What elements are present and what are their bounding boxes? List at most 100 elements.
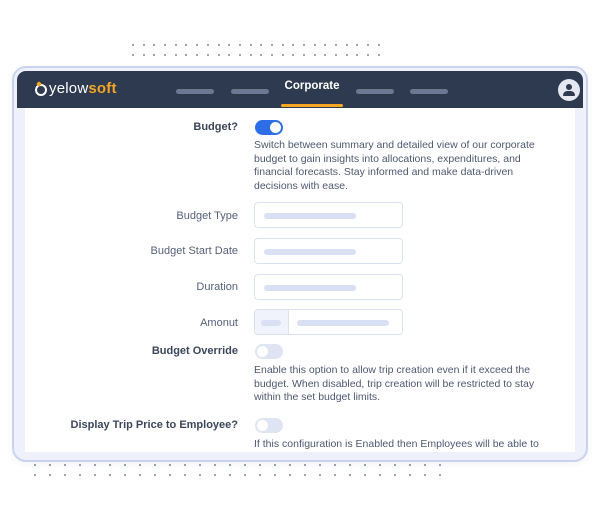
decorative-dot	[217, 54, 220, 56]
decorative-dot	[238, 54, 241, 56]
budget-start-date-label: Budget Start Date	[150, 245, 238, 257]
decorative-dot	[164, 44, 167, 46]
yelowsoft-logo[interactable]: yelowsoft	[34, 80, 117, 97]
decorative-dot	[349, 464, 351, 466]
decorative-dot	[196, 54, 199, 56]
decorative-dot	[345, 44, 348, 46]
nav-tab-placeholder-2[interactable]	[231, 89, 269, 94]
decorative-dot	[292, 44, 295, 46]
decorative-dots-top	[132, 44, 380, 56]
decorative-dot	[313, 54, 316, 56]
decorative-dot	[139, 474, 141, 476]
decorative-dot	[367, 44, 370, 46]
decorative-dot	[49, 464, 51, 466]
budget-override-description: Enable this option to allow trip creatio…	[254, 364, 535, 403]
budget-override-toggle[interactable]	[255, 344, 283, 359]
decorative-dot	[169, 464, 171, 466]
decorative-dot	[364, 474, 366, 476]
app-window: yelowsoft Corporate Budget? Switch betwe…	[12, 66, 588, 462]
decorative-dot	[274, 474, 276, 476]
decorative-dot	[335, 44, 338, 46]
decorative-dot	[34, 474, 36, 476]
decorative-dot	[335, 54, 338, 56]
decorative-dot	[196, 44, 199, 46]
decorative-dot	[214, 464, 216, 466]
decorative-dot	[228, 44, 231, 46]
decorative-dot	[345, 54, 348, 56]
decorative-dot	[356, 44, 359, 46]
logo-icon	[34, 82, 47, 96]
decorative-dot	[109, 464, 111, 466]
decorative-dot	[174, 44, 177, 46]
decorative-dot	[409, 464, 411, 466]
decorative-dot	[206, 44, 209, 46]
decorative-dot	[185, 44, 188, 46]
decorative-dot	[229, 474, 231, 476]
user-avatar-icon[interactable]	[558, 79, 580, 101]
decorative-dot	[334, 464, 336, 466]
decorative-dot	[324, 54, 327, 56]
decorative-dot	[424, 474, 426, 476]
input-placeholder-bar	[264, 285, 356, 291]
decorative-dot	[139, 464, 141, 466]
decorative-dot	[424, 464, 426, 466]
decorative-dot	[132, 44, 134, 46]
decorative-dot	[238, 44, 241, 46]
decorative-dot	[270, 54, 273, 56]
decorative-dot	[334, 474, 336, 476]
decorative-dot	[142, 54, 145, 56]
decorative-dot	[303, 44, 305, 46]
decorative-dot	[281, 44, 284, 46]
decorative-dot	[281, 54, 284, 56]
input-placeholder-bar	[261, 320, 281, 326]
duration-input[interactable]	[254, 274, 403, 300]
display-trip-price-toggle[interactable]	[255, 418, 283, 433]
decorative-dot	[313, 44, 316, 46]
nav-tab-placeholder-4[interactable]	[410, 89, 448, 94]
decorative-dot	[79, 464, 81, 466]
decorative-dot	[319, 464, 321, 466]
budget-description: Switch between summary and detailed view…	[254, 139, 535, 192]
decorative-dot	[79, 474, 81, 476]
decorative-dot	[394, 464, 396, 466]
decorative-dot	[394, 474, 396, 476]
tab-corporate[interactable]: Corporate	[281, 80, 343, 92]
budget-start-date-input[interactable]	[254, 238, 403, 264]
budget-type-input[interactable]	[254, 202, 403, 228]
decorative-dot	[153, 44, 156, 46]
decorative-dot	[249, 44, 252, 46]
decorative-dot	[304, 464, 306, 466]
decorative-dot	[249, 54, 252, 56]
currency-selector[interactable]	[255, 310, 289, 334]
decorative-dot	[64, 464, 66, 466]
nav-tab-placeholder-3[interactable]	[356, 89, 394, 94]
decorative-dot	[164, 54, 167, 56]
display-trip-price-label: Display Trip Price to Employee?	[70, 419, 239, 431]
amount-input[interactable]	[254, 309, 403, 335]
decorative-dot	[142, 44, 145, 46]
decorative-dots-bottom	[34, 464, 441, 476]
budget-type-label: Budget Type	[176, 210, 238, 222]
decorative-dot	[124, 464, 126, 466]
decorative-dot	[64, 474, 66, 476]
decorative-dot	[303, 54, 305, 56]
decorative-dot	[439, 474, 441, 476]
toggle-knob	[257, 346, 268, 357]
decorative-dot	[260, 44, 263, 46]
decorative-dot	[49, 474, 51, 476]
decorative-dot	[377, 54, 380, 56]
decorative-dot	[244, 474, 246, 476]
decorative-dot	[206, 54, 209, 56]
decorative-dot	[356, 54, 359, 56]
decorative-dot	[199, 464, 201, 466]
logo-text-accent: soft	[88, 80, 117, 97]
decorative-dot	[184, 474, 186, 476]
decorative-dot	[94, 474, 96, 476]
decorative-dot	[153, 54, 156, 56]
budget-toggle[interactable]	[255, 120, 283, 135]
decorative-dot	[319, 474, 321, 476]
toggle-knob	[270, 122, 281, 133]
amount-label: Amonut	[200, 317, 238, 329]
nav-tab-placeholder-1[interactable]	[176, 89, 214, 94]
logo-text-prefix: yelow	[49, 80, 89, 97]
